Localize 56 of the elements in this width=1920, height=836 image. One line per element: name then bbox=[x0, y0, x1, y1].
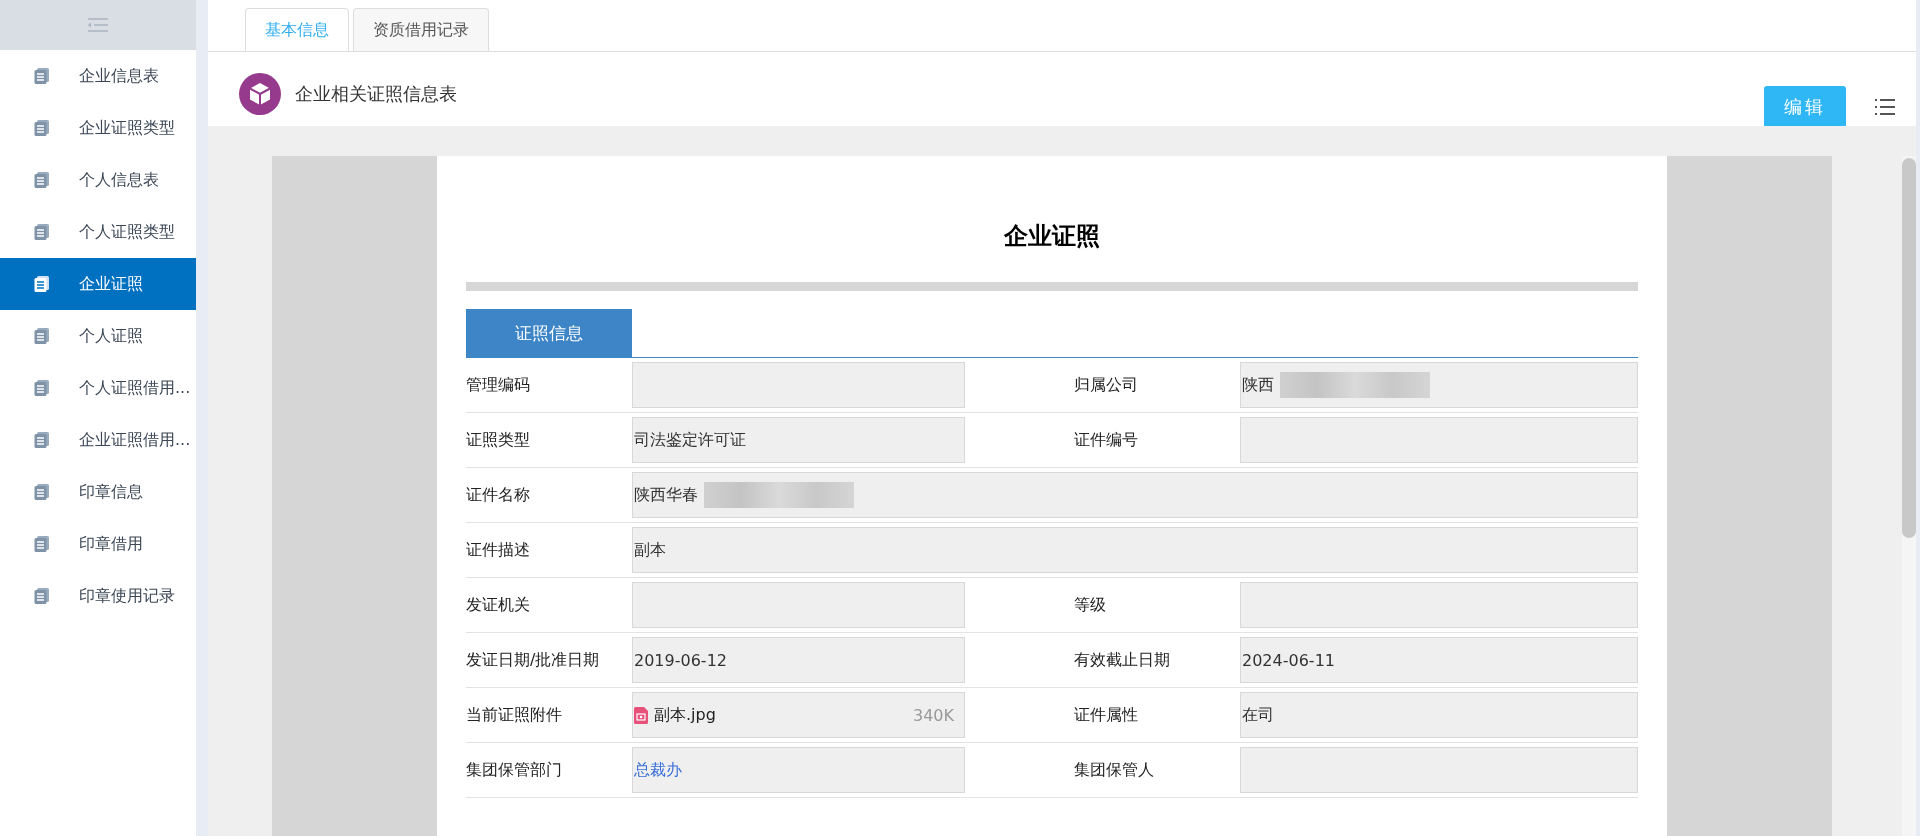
field-label: 归属公司 bbox=[1074, 373, 1139, 396]
scrollbar-thumb[interactable] bbox=[1902, 158, 1916, 538]
document-title: 企业证照 bbox=[1003, 221, 1101, 252]
document-icon bbox=[33, 379, 51, 397]
document-icon bbox=[33, 431, 51, 449]
page-title: 企业相关证照信息表 bbox=[295, 82, 457, 106]
sidebar-item[interactable]: 个人证照类型 bbox=[0, 206, 196, 258]
field-label: 证件属性 bbox=[1074, 703, 1139, 726]
field-label: 证件名称 bbox=[466, 483, 531, 506]
field-label: 管理编码 bbox=[466, 373, 531, 396]
field-text: 在司 bbox=[1242, 704, 1274, 726]
field-label: 发证机关 bbox=[466, 593, 531, 616]
field-label: 证照类型 bbox=[466, 428, 531, 451]
document-icon bbox=[33, 223, 51, 241]
field-text: 陕西 bbox=[1242, 374, 1274, 396]
tab[interactable]: 资质借用记录 bbox=[353, 8, 489, 51]
field-label: 证件描述 bbox=[466, 538, 531, 561]
sidebar-item[interactable]: 个人信息表 bbox=[0, 154, 196, 206]
document-icon bbox=[33, 67, 51, 85]
field-text: 陕西华春 bbox=[634, 484, 698, 506]
field-label: 等级 bbox=[1074, 593, 1107, 616]
document-icon bbox=[33, 119, 51, 137]
list-menu-icon[interactable] bbox=[1874, 98, 1896, 116]
field-label: 证件编号 bbox=[1074, 428, 1139, 451]
field-text: 2024-06-11 bbox=[1242, 650, 1335, 670]
document-icon bbox=[33, 587, 51, 605]
field-text: 2019-06-12 bbox=[634, 650, 727, 670]
scrollbar[interactable] bbox=[1902, 156, 1916, 836]
file-size: 340K bbox=[912, 705, 954, 725]
field-label: 当前证照附件 bbox=[466, 703, 563, 726]
document-icon bbox=[33, 535, 51, 553]
field-text: 司法鉴定许可证 bbox=[634, 429, 746, 451]
sidebar-item[interactable]: 印章信息 bbox=[0, 466, 196, 518]
sidebar-item[interactable]: 企业证照类型 bbox=[0, 102, 196, 154]
document-icon bbox=[33, 483, 51, 501]
image-file-icon bbox=[634, 706, 648, 724]
sidebar-item[interactable]: 企业证照借用... bbox=[0, 414, 196, 466]
department-link[interactable]: 总裁办 bbox=[634, 759, 682, 781]
document-icon bbox=[33, 327, 51, 345]
sidebar-item[interactable]: 印章借用 bbox=[0, 518, 196, 570]
sidebar-item[interactable]: 印章使用记录 bbox=[0, 570, 196, 622]
attachment-link[interactable]: 副本.jpg bbox=[654, 704, 716, 726]
field-label: 集团保管人 bbox=[1074, 758, 1155, 781]
field-text: 副本 bbox=[634, 539, 666, 561]
section-tab[interactable]: 证照信息 bbox=[466, 309, 632, 357]
field-label: 发证日期/批准日期 bbox=[466, 648, 601, 671]
field-label: 有效截止日期 bbox=[1074, 648, 1171, 671]
collapse-menu-icon[interactable] bbox=[86, 18, 110, 32]
sidebar-item[interactable]: 个人证照借用... bbox=[0, 362, 196, 414]
sidebar-item[interactable]: 企业证照 bbox=[0, 258, 196, 310]
field-label: 集团保管部门 bbox=[466, 758, 563, 781]
sidebar-item[interactable]: 企业信息表 bbox=[0, 50, 196, 102]
cube-icon bbox=[239, 73, 281, 115]
document-icon bbox=[33, 275, 51, 293]
sidebar-item[interactable]: 个人证照 bbox=[0, 310, 196, 362]
document-icon bbox=[33, 171, 51, 189]
